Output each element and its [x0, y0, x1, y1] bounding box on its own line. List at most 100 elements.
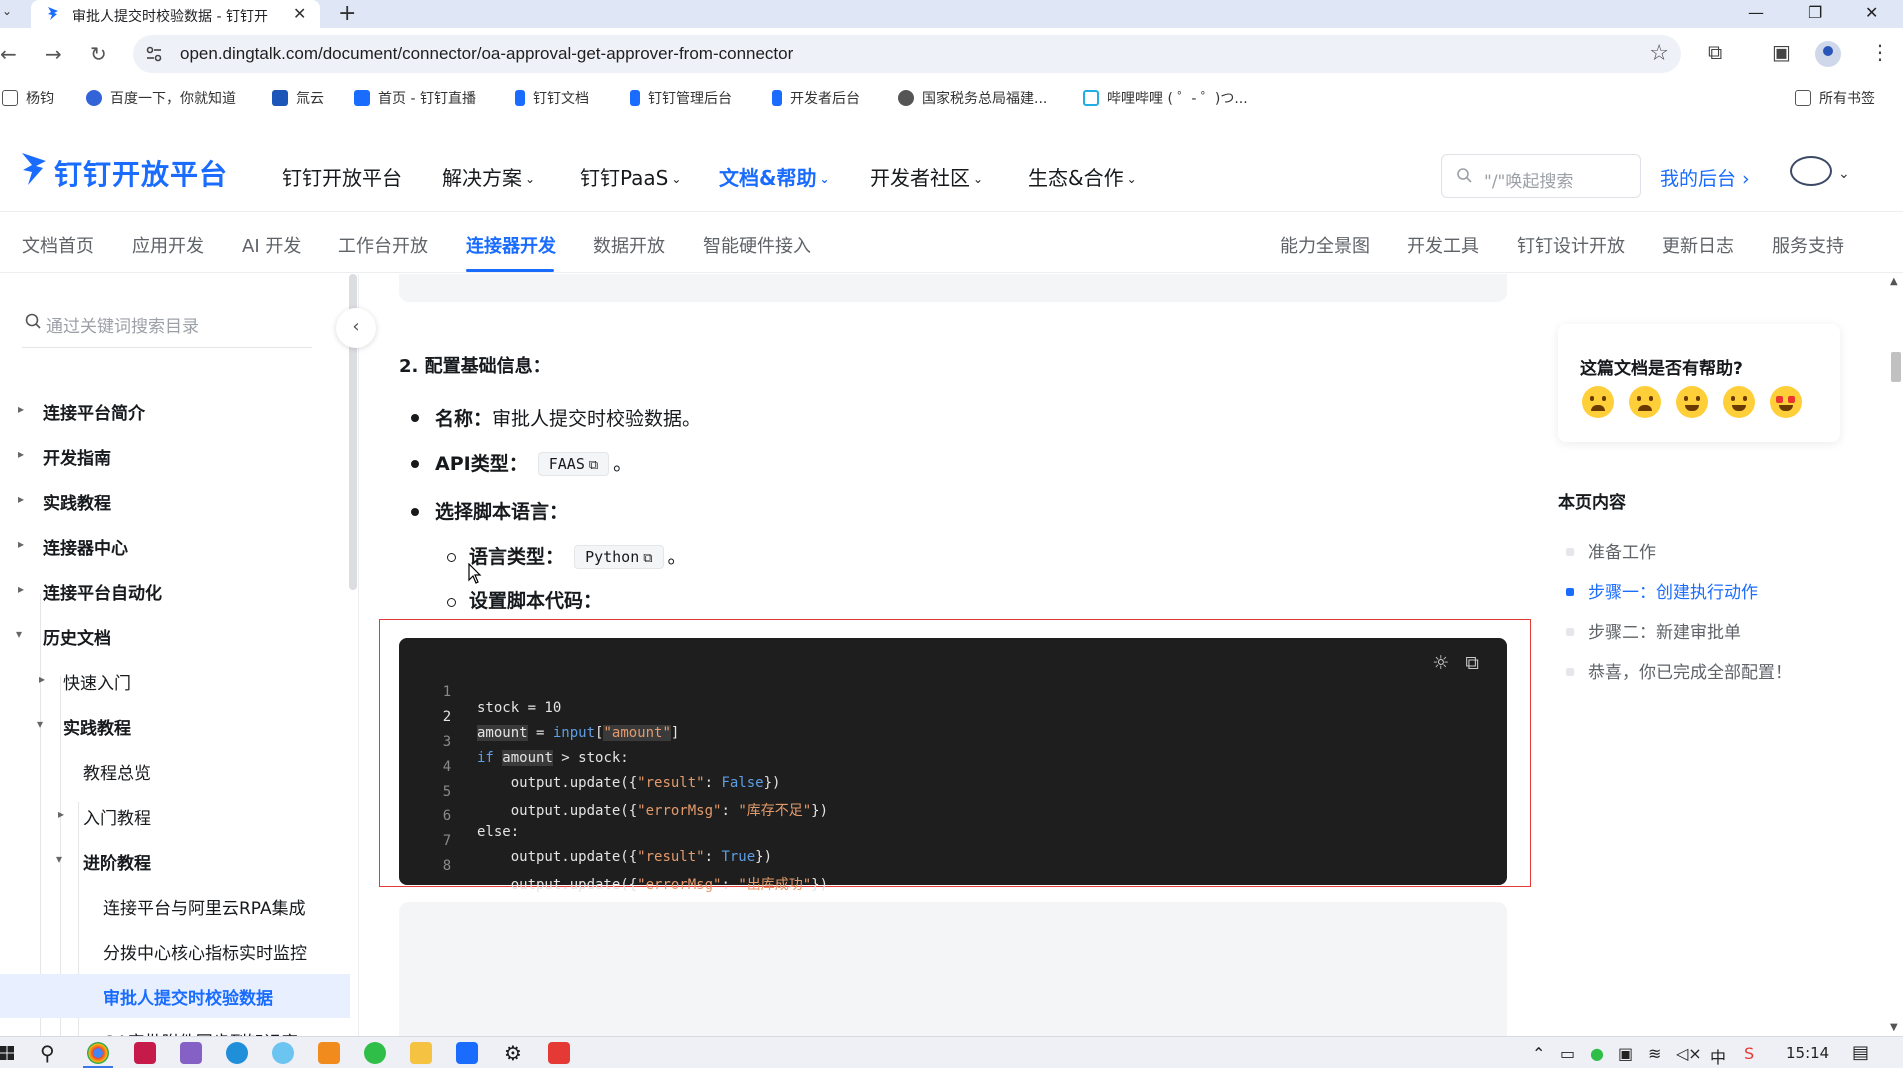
bookmark-item[interactable]: 杨钧 [2, 88, 54, 108]
sidebar-item-realtime-monitor[interactable]: 分拨中心核心指标实时监控 [0, 929, 350, 973]
tab-data-open[interactable]: 数据开放 [593, 232, 665, 258]
dingtalk-icon[interactable] [456, 1042, 478, 1064]
copy-icon[interactable]: ⧉ [589, 458, 598, 473]
copy-icon[interactable]: ⧉ [643, 551, 652, 566]
tab-design-open[interactable]: 钉钉设计开放 [1517, 232, 1625, 258]
language-type-code[interactable]: Python ⧉ [574, 545, 664, 569]
app-icon[interactable] [364, 1042, 386, 1064]
sidebar-item-practice-tutorials[interactable]: ▾ 实践教程 [0, 704, 350, 748]
browser-tab[interactable]: 审批人提交时校验数据 - 钉钉开 ✕ [31, 0, 320, 28]
extensions-icon[interactable]: ⧉ [1708, 40, 1722, 64]
heart-eyes-emoji-icon[interactable] [1770, 386, 1802, 418]
back-icon[interactable]: ← [0, 42, 17, 66]
tab-ai-dev[interactable]: AI 开发 [242, 232, 301, 258]
bookmark-item[interactable]: 国家税务总局福建... [898, 88, 1047, 108]
app-icon[interactable] [272, 1042, 294, 1064]
chrome-icon[interactable] [83, 1042, 113, 1068]
scrollbar-thumb[interactable] [1891, 352, 1901, 382]
minimize-icon[interactable]: — [1748, 3, 1764, 22]
tab-dev-tools[interactable]: 开发工具 [1407, 232, 1479, 258]
forward-icon[interactable]: → [45, 42, 62, 66]
tab-app-dev[interactable]: 应用开发 [132, 232, 204, 258]
nav-solutions[interactable]: 解决方案 ⌄ [442, 162, 535, 191]
url-input[interactable]: open.dingtalk.com/document/connector/oa-… [133, 35, 1681, 73]
my-console-link[interactable]: 我的后台 › [1660, 164, 1750, 191]
sidebar-item-tutorial-overview[interactable]: 教程总览 [0, 749, 350, 793]
sidebar-search-input[interactable]: 通过关键词搜索目录 [22, 310, 312, 348]
sidebar-item-platform-intro[interactable]: ▸ 连接平台简介 [0, 389, 350, 433]
battery-icon[interactable]: ▭ [1560, 1044, 1575, 1063]
site-info-icon[interactable] [145, 45, 163, 63]
dizzy-emoji-icon[interactable] [1629, 386, 1661, 418]
nav-developer-community[interactable]: 开发者社区 ⌄ [870, 162, 983, 191]
side-panel-icon[interactable]: ▣ [1772, 40, 1791, 64]
bookmark-item[interactable]: 钉钉文档 [515, 88, 589, 108]
bookmark-item[interactable]: 哔哩哔哩 ( ゜- ゜)つ... [1083, 88, 1248, 108]
sidebar-item-rpa-integration[interactable]: 连接平台与阿里云RPA集成 [0, 884, 350, 928]
toc-item-prep[interactable]: 准备工作 [1566, 538, 1656, 563]
bookmark-item[interactable]: 百度一下，你就知道 [86, 88, 236, 108]
sidebar-item-history-docs[interactable]: ▾ 历史文档 [0, 614, 350, 658]
sidebar-item-approver-validation[interactable]: 审批人提交时校验数据 [0, 974, 350, 1018]
sidebar-item-advanced-tutorials[interactable]: ▾ 进阶教程 [0, 839, 350, 883]
bookmark-star-icon[interactable]: ☆ [1649, 41, 1669, 66]
chevron-down-icon[interactable]: ⌄ [1838, 166, 1850, 182]
close-tab-icon[interactable]: ✕ [293, 4, 306, 23]
theme-toggle-icon[interactable]: ☼ [1432, 652, 1449, 674]
toc-item-step2[interactable]: 步骤二：新建审批单 [1566, 618, 1741, 643]
tab-capability-map[interactable]: 能力全景图 [1280, 232, 1370, 258]
clock[interactable]: 15:14 [1786, 1044, 1829, 1062]
wps-icon[interactable] [548, 1042, 570, 1064]
toc-item-step1[interactable]: 步骤一：创建执行动作 [1566, 578, 1758, 603]
nav-docs-help[interactable]: 文档&帮助 ⌄ [719, 162, 830, 191]
sidebar-item-attachment-sync[interactable]: OA审批附件同步到知识库 [0, 1018, 350, 1036]
tab-search-chevron-icon[interactable]: ⌄ [2, 4, 18, 20]
copy-code-icon[interactable]: ⧉ [1465, 652, 1479, 674]
scroll-down-icon[interactable]: ▼ [1890, 1022, 1898, 1033]
api-type-code[interactable]: FAAS ⧉ [537, 452, 610, 476]
close-window-icon[interactable]: ✕ [1865, 3, 1878, 22]
edge-icon[interactable] [226, 1042, 248, 1064]
sidebar-item-connector-center[interactable]: ▸ 连接器中心 [0, 524, 350, 568]
tab-smart-hardware[interactable]: 智能硬件接入 [703, 232, 811, 258]
sidebar-item-automation[interactable]: ▸ 连接平台自动化 [0, 569, 350, 613]
visual-studio-icon[interactable] [180, 1042, 202, 1064]
volume-muted-icon[interactable]: ◁× [1676, 1044, 1702, 1063]
tab-docs-home[interactable]: 文档首页 [22, 232, 94, 258]
nav-ecosystem[interactable]: 生态&合作 ⌄ [1028, 162, 1137, 191]
new-tab-button[interactable]: + [338, 1, 356, 26]
sidebar-item-tutorials[interactable]: ▸ 实践教程 [0, 479, 350, 523]
reload-icon[interactable]: ↻ [90, 42, 107, 66]
tray-app-icon[interactable]: ▣ [1618, 1044, 1633, 1063]
sogou-ime-icon[interactable]: S [1744, 1044, 1754, 1063]
wifi-icon[interactable]: ≋ [1648, 1044, 1661, 1063]
sidebar-item-dev-guide[interactable]: ▸ 开发指南 [0, 434, 350, 478]
jetbrains-icon[interactable] [134, 1042, 156, 1064]
tab-service-support[interactable]: 服务支持 [1772, 232, 1844, 258]
windows-start-icon[interactable] [0, 1042, 16, 1064]
tab-changelog[interactable]: 更新日志 [1662, 232, 1734, 258]
bookmark-item[interactable]: 开发者后台 [772, 88, 860, 108]
more-menu-icon[interactable]: ⋮ [1870, 40, 1890, 64]
toc-item-done[interactable]: 恭喜，你已完成全部配置！ [1566, 658, 1792, 683]
site-search-input[interactable]: "/"唤起搜索 [1441, 154, 1641, 198]
sidebar-item-beginner-tutorials[interactable]: ▸ 入门教程 [0, 794, 350, 838]
restore-icon[interactable]: ❐ [1808, 3, 1822, 22]
nav-paas[interactable]: 钉钉PaaS ⌄ [580, 162, 681, 191]
profile-avatar[interactable] [1815, 41, 1841, 67]
angry-emoji-icon[interactable] [1582, 386, 1614, 418]
all-bookmarks[interactable]: 所有书签 [1795, 88, 1875, 108]
tray-app-icon[interactable]: ● [1590, 1044, 1604, 1063]
file-explorer-icon[interactable] [410, 1042, 432, 1064]
tray-expand-icon[interactable]: ⌃ [1532, 1044, 1545, 1063]
settings-gear-icon[interactable]: ⚙ [502, 1042, 524, 1064]
code-block[interactable]: ☼ ⧉ 1 stock = 10 2 amount = input["amoun… [399, 638, 1507, 893]
bookmark-item[interactable]: 钉钉管理后台 [630, 88, 732, 108]
bookmark-item[interactable]: 首页 - 钉钉直播 [354, 88, 476, 108]
app-icon[interactable] [318, 1042, 340, 1064]
page-scrollbar[interactable]: ▲ ▼ [1886, 274, 1903, 1036]
scroll-up-icon[interactable]: ▲ [1890, 276, 1898, 287]
tab-connector-dev[interactable]: 连接器开发 [466, 232, 556, 258]
sidebar-item-quickstart[interactable]: ▸ 快速入门 [0, 659, 350, 703]
bookmark-item[interactable]: 氚云 [272, 88, 324, 108]
